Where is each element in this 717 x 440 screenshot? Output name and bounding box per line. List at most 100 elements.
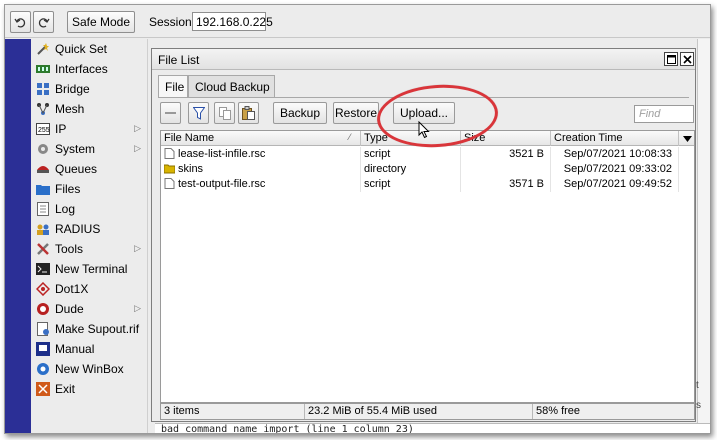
status-item-count: 3 items — [161, 404, 305, 419]
safe-mode-button[interactable]: Safe Mode — [67, 11, 135, 33]
background-scrollbar[interactable] — [697, 39, 710, 423]
status-free-space: 58% free — [536, 405, 581, 417]
session-field[interactable]: 192.168.0.225 — [192, 12, 273, 31]
cell-creation-time: Sep/07/2021 09:49:52 — [551, 177, 679, 192]
session-label: Session: — [149, 15, 196, 29]
manual-icon — [36, 342, 50, 356]
background-text-fragment: t — [696, 380, 699, 391]
sidebar-item-label: Dot1X — [55, 282, 89, 296]
sidebar-menu: Quick Set Interfaces Bridge Mesh 255 IP … — [31, 39, 148, 433]
file-name-text: test-output-file.rsc — [178, 178, 266, 190]
cell-file-name: skins — [161, 162, 361, 177]
mouse-cursor-icon — [418, 121, 430, 139]
background-text-fragment: s — [696, 400, 701, 411]
queues-icon — [36, 162, 50, 176]
exit-icon — [36, 382, 50, 396]
sidebar-item-label: Exit — [55, 382, 76, 396]
tools-icon — [36, 242, 50, 256]
column-header-size[interactable]: Size — [461, 131, 551, 146]
table-row[interactable]: test-output-file.rsc script 3571 B Sep/0… — [161, 177, 694, 192]
submenu-arrow-icon: ▷ — [134, 243, 141, 253]
file-list-window: File List File Cloud Backup Backup Resto… — [151, 48, 696, 422]
sidebar-item-queues[interactable]: Queues — [31, 159, 147, 179]
sidebar-item-label: System — [55, 142, 96, 156]
sidebar-item-label: Interfaces — [55, 62, 108, 76]
sidebar-item-label: Manual — [55, 342, 95, 356]
undo-button[interactable] — [10, 11, 31, 33]
sidebar-item-manual[interactable]: Manual — [31, 339, 147, 359]
paste-icon — [242, 106, 255, 120]
dot1x-icon — [36, 282, 50, 296]
interfaces-icon — [36, 62, 50, 76]
redo-icon — [38, 17, 50, 28]
sidebar-item-label: New Terminal — [55, 262, 128, 276]
filter-button[interactable] — [188, 102, 209, 124]
sidebar-item-make-supout[interactable]: Make Supout.rif — [31, 319, 147, 339]
table-row[interactable]: skins directory Sep/07/2021 09:33:02 — [161, 162, 694, 177]
sidebar-item-label: Bridge — [55, 82, 90, 96]
status-bar: 3 items 23.2 MiB of 55.4 MiB used 58% fr… — [160, 403, 695, 420]
sort-indicator-icon: ⁄ — [349, 132, 351, 142]
restore-button[interactable]: Restore — [333, 102, 379, 124]
column-header-creation-time[interactable]: Creation Time — [551, 131, 679, 146]
tab-cloud-backup[interactable]: Cloud Backup — [188, 75, 275, 97]
sidebar-item-new-terminal[interactable]: New Terminal — [31, 259, 147, 279]
bridge-icon — [36, 82, 50, 96]
redo-button[interactable] — [33, 11, 54, 33]
cell-creation-time: Sep/07/2021 09:33:02 — [551, 162, 679, 177]
sidebar-item-exit[interactable]: Exit — [31, 379, 147, 399]
cell-type: script — [361, 177, 461, 192]
sidebar-strip — [5, 39, 31, 433]
supout-icon — [36, 322, 50, 336]
column-header-file-name[interactable]: File Name — [161, 131, 361, 146]
cell-file-name: lease-list-infile.rsc — [161, 147, 361, 162]
copy-button[interactable] — [214, 102, 235, 124]
backup-button[interactable]: Backup — [273, 102, 327, 124]
file-icon — [164, 178, 175, 189]
sidebar-item-dot1x[interactable]: Dot1X — [31, 279, 147, 299]
folder-icon — [36, 182, 50, 196]
cell-size: 3571 B — [461, 177, 551, 192]
file-name-text: skins — [178, 163, 204, 175]
sidebar-item-interfaces[interactable]: Interfaces — [31, 59, 147, 79]
sidebar-item-ip[interactable]: 255 IP ▷ — [31, 119, 147, 139]
window-titlebar[interactable]: File List — [152, 49, 695, 70]
submenu-arrow-icon: ▷ — [134, 123, 141, 133]
close-icon — [682, 54, 692, 64]
find-input[interactable]: Find — [634, 105, 694, 123]
status-disk-usage: 23.2 MiB of 55.4 MiB used — [305, 404, 533, 419]
sidebar-item-system[interactable]: System ▷ — [31, 139, 147, 159]
submenu-arrow-icon: ▷ — [134, 143, 141, 153]
sidebar-item-dude[interactable]: Dude ▷ — [31, 299, 147, 319]
window-title: File List — [158, 53, 200, 67]
sidebar-item-quick-set[interactable]: Quick Set — [31, 39, 147, 59]
cell-size — [461, 162, 551, 177]
dude-icon — [36, 302, 50, 316]
sidebar-item-mesh[interactable]: Mesh — [31, 99, 147, 119]
sidebar-item-files[interactable]: Files — [31, 179, 147, 199]
sidebar-item-bridge[interactable]: Bridge — [31, 79, 147, 99]
ip-icon: 255 — [36, 122, 50, 136]
cell-creation-time: Sep/07/2021 10:08:33 — [551, 147, 679, 162]
sidebar-item-label: New WinBox — [55, 362, 124, 376]
close-button[interactable] — [680, 52, 694, 66]
svg-text:255: 255 — [38, 127, 50, 134]
file-name-text: lease-list-infile.rsc — [178, 148, 266, 160]
sidebar-item-log[interactable]: Log — [31, 199, 147, 219]
sidebar-item-label: Queues — [55, 162, 98, 176]
sidebar-item-tools[interactable]: Tools ▷ — [31, 239, 147, 259]
sidebar-item-label: Dude — [55, 302, 84, 316]
column-menu-button[interactable] — [679, 131, 694, 146]
tab-file[interactable]: File — [158, 75, 188, 97]
log-icon — [36, 202, 50, 216]
minus-icon — [165, 112, 176, 114]
remove-button[interactable] — [160, 102, 181, 124]
sidebar-item-new-winbox[interactable]: New WinBox — [31, 359, 147, 379]
wand-icon — [36, 42, 50, 56]
sidebar-item-radius[interactable]: RADIUS — [31, 219, 147, 239]
paste-button[interactable] — [238, 102, 259, 124]
maximize-button[interactable] — [664, 52, 678, 66]
sidebar-item-label: Make Supout.rif — [55, 322, 140, 336]
column-header-type[interactable]: Type — [361, 131, 461, 146]
table-row[interactable]: lease-list-infile.rsc script 3521 B Sep/… — [161, 147, 694, 162]
